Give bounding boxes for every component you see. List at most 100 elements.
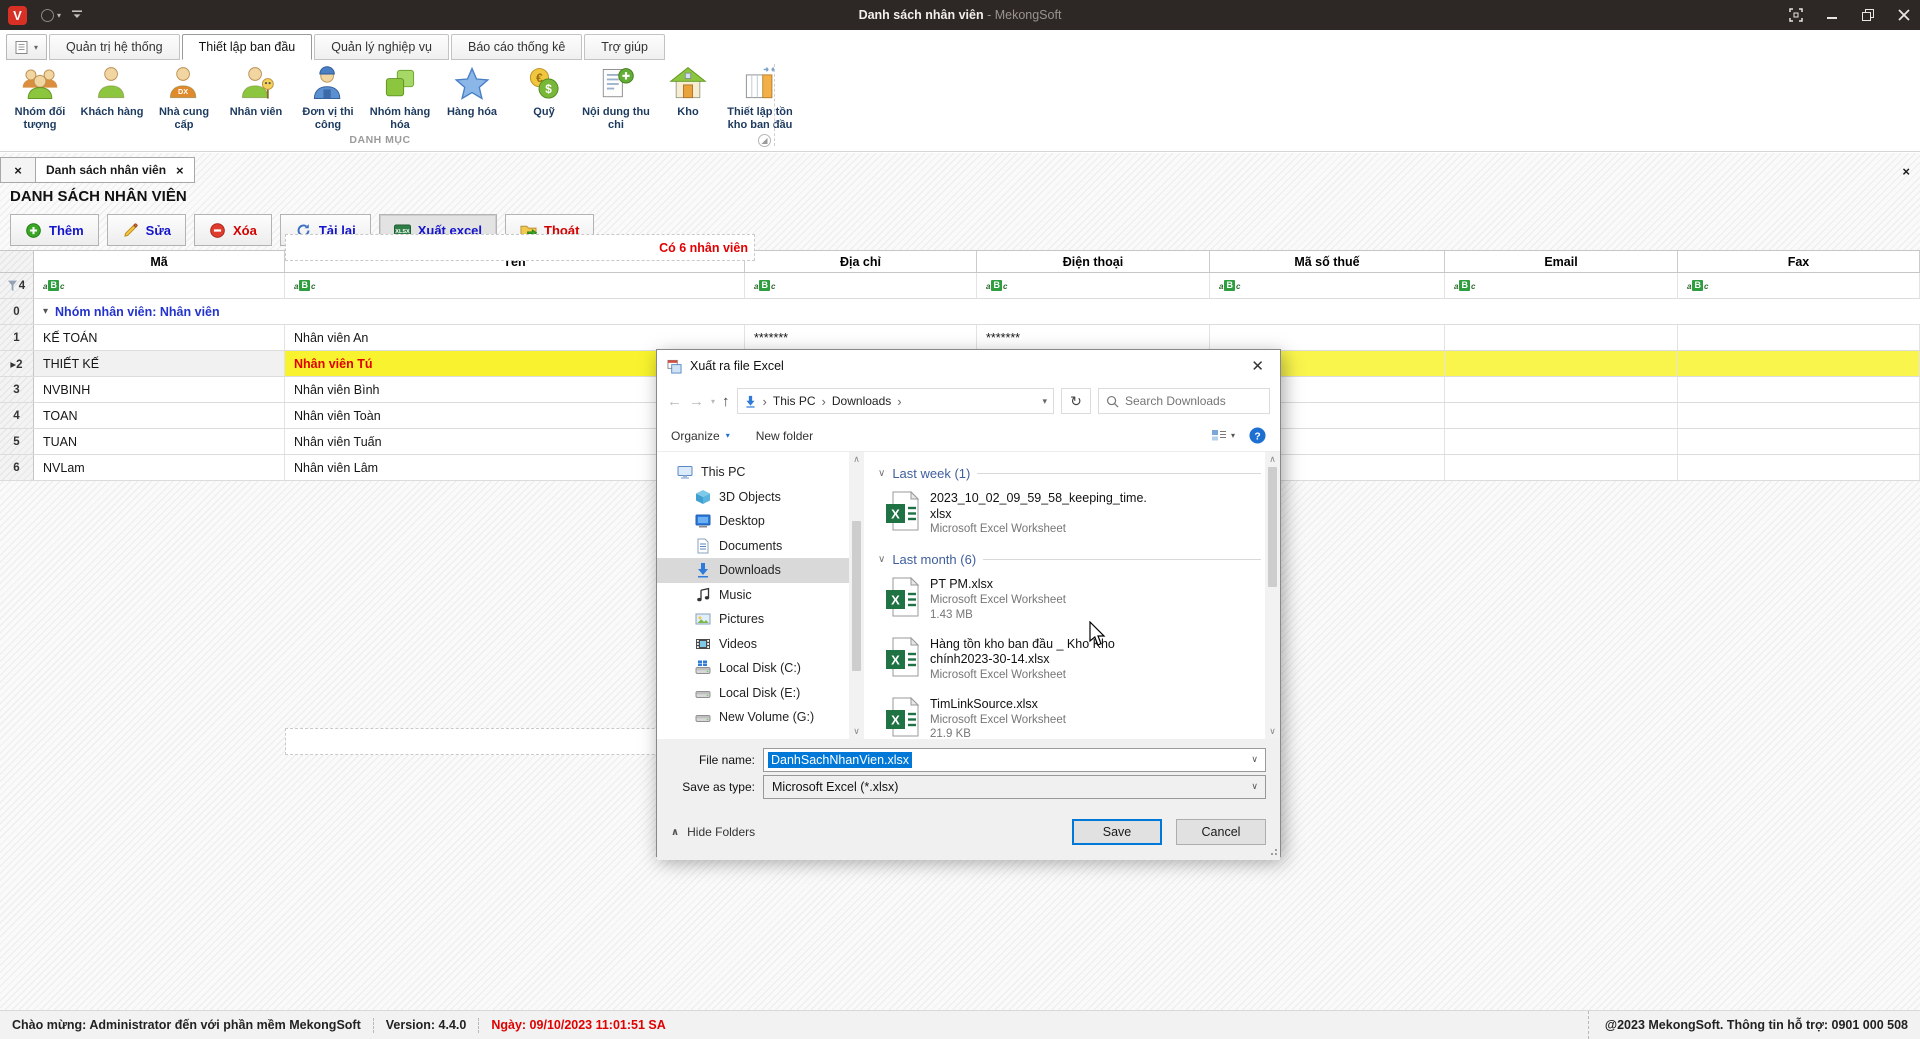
fullscreen-button[interactable]: [1788, 7, 1804, 23]
sidebar-item[interactable]: Pictures: [657, 607, 849, 632]
sidebar-item[interactable]: This PC: [657, 460, 849, 485]
filter-condition-icon[interactable]: aBc: [294, 280, 315, 291]
organize-button[interactable]: Organize▾: [671, 429, 730, 443]
column-header[interactable]: Điện thoại: [977, 251, 1210, 272]
ribbon-item[interactable]: Đơn vị thi công: [292, 62, 364, 133]
scroll-down-icon[interactable]: ∨: [1269, 726, 1276, 737]
help-icon[interactable]: ?: [1249, 427, 1266, 444]
ribbon-item[interactable]: €$Quỹ: [508, 62, 580, 121]
save-type-select[interactable]: Microsoft Excel (*.xlsx) ∨: [763, 775, 1266, 799]
new-folder-button[interactable]: New folder: [756, 429, 813, 443]
ribbon-tab[interactable]: Quản lý nghiệp vụ: [314, 34, 449, 60]
sidebar-item[interactable]: Local Disk (C:): [657, 656, 849, 681]
view-mode-button[interactable]: ▾: [1211, 429, 1235, 443]
grid-cell-fax[interactable]: [1678, 455, 1920, 480]
grid-cell-email[interactable]: [1445, 377, 1678, 402]
address-dropdown-icon[interactable]: ▾: [1042, 396, 1047, 407]
filter-condition-icon[interactable]: aBc: [1454, 280, 1475, 291]
ribbon-item[interactable]: Hàng hóa: [436, 62, 508, 121]
action-button[interactable]: Thêm: [10, 214, 99, 246]
filelist-scrollbar[interactable]: ∧∨: [1265, 452, 1280, 739]
grid-cell-ma[interactable]: NVBINH: [34, 377, 285, 402]
file-name-input[interactable]: DanhSachNhanVien.xlsx ∨: [763, 748, 1266, 772]
close-all-tabs-button[interactable]: ×: [0, 157, 36, 183]
column-header[interactable]: Email: [1445, 251, 1678, 272]
ribbon-item[interactable]: Nhóm hàng hóa: [364, 62, 436, 133]
grid-cell-email[interactable]: [1445, 455, 1678, 480]
ribbon-item[interactable]: Kho: [652, 62, 724, 121]
action-button[interactable]: Sửa: [107, 214, 186, 246]
collapse-icon[interactable]: ▾: [43, 306, 48, 317]
chevron-down-icon[interactable]: ∨: [1251, 754, 1258, 765]
breadcrumb-chevron-icon[interactable]: ›: [822, 394, 826, 409]
breadcrumb-segment[interactable]: This PC: [773, 394, 816, 408]
column-header[interactable]: Mã: [34, 251, 285, 272]
restore-button[interactable]: [1860, 7, 1876, 23]
grid-cell-ma[interactable]: TOAN: [34, 403, 285, 428]
scrollbar-thumb[interactable]: [1268, 467, 1277, 587]
sidebar-item[interactable]: Downloads: [657, 558, 849, 583]
grid-cell-ma[interactable]: THIẾT KẾ: [34, 351, 285, 376]
file-group-header[interactable]: ∨Last month (6): [878, 548, 1261, 570]
grid-cell-email[interactable]: [1445, 429, 1678, 454]
ribbon-tab[interactable]: Quản trị hệ thống: [49, 34, 180, 60]
filter-condition-icon[interactable]: aBc: [43, 280, 64, 291]
column-header[interactable]: Mã số thuế: [1210, 251, 1445, 272]
file-item[interactable]: X2023_10_02_09_59_58_keeping_time.xlsxMi…: [878, 484, 1261, 544]
customize-toolbar-button[interactable]: [71, 8, 83, 22]
grid-group-row[interactable]: 0▾Nhóm nhân viên: Nhân viên: [0, 299, 1920, 325]
file-item[interactable]: XTimLinkSource.xlsxMicrosoft Excel Works…: [878, 690, 1261, 739]
column-header[interactable]: Địa chỉ: [745, 251, 977, 272]
sidebar-item[interactable]: Desktop: [657, 509, 849, 534]
grid-cell-email[interactable]: [1445, 351, 1678, 376]
scroll-down-icon[interactable]: ∨: [853, 726, 860, 737]
file-item[interactable]: XHàng tồn kho ban đầu _ Kho Kho chính202…: [878, 630, 1261, 690]
dialog-close-button[interactable]: ✕: [1245, 357, 1270, 375]
grid-cell-fax[interactable]: [1678, 325, 1920, 350]
ribbon-tab[interactable]: Trợ giúp: [584, 34, 665, 60]
breadcrumb-segment[interactable]: Downloads: [832, 394, 891, 408]
document-tab[interactable]: Danh sách nhân viên ×: [36, 157, 195, 183]
recent-locations-icon[interactable]: ▾: [711, 397, 715, 406]
sidebar-item[interactable]: Local Disk (E:): [657, 681, 849, 706]
scroll-up-icon[interactable]: ∧: [853, 454, 860, 465]
grid-cell-ma[interactable]: NVLam: [34, 455, 285, 480]
grid-cell-ma[interactable]: KẾ TOÁN: [34, 325, 285, 350]
grid-cell-email[interactable]: [1445, 325, 1678, 350]
scroll-up-icon[interactable]: ∧: [1269, 454, 1276, 465]
ribbon-tab[interactable]: Thiết lập ban đầu: [182, 34, 313, 60]
sidebar-item[interactable]: New Volume (G:): [657, 705, 849, 730]
search-input[interactable]: [1125, 394, 1245, 408]
address-bar[interactable]: › This PC › Downloads › ▾: [737, 388, 1054, 414]
ribbon-item[interactable]: Nhóm đối tượng: [4, 62, 76, 133]
grid-cell-fax[interactable]: [1678, 403, 1920, 428]
filter-cell[interactable]: aBc: [1210, 273, 1445, 298]
close-button[interactable]: [1896, 7, 1912, 23]
grid-cell-email[interactable]: [1445, 403, 1678, 428]
resize-grip[interactable]: [1269, 849, 1277, 857]
filter-condition-icon[interactable]: aBc: [1219, 280, 1240, 291]
search-box[interactable]: [1098, 388, 1270, 414]
filter-condition-icon[interactable]: aBc: [1687, 280, 1708, 291]
file-group-header[interactable]: ∨Last week (1): [878, 462, 1261, 484]
filter-condition-icon[interactable]: aBc: [754, 280, 775, 291]
refresh-button[interactable]: ↻: [1061, 388, 1091, 414]
breadcrumb-chevron-icon[interactable]: ›: [763, 394, 767, 409]
grid-cell-fax[interactable]: [1678, 429, 1920, 454]
filter-condition-icon[interactable]: aBc: [986, 280, 1007, 291]
forward-button[interactable]: →: [689, 393, 704, 410]
breadcrumb-chevron-icon[interactable]: ›: [897, 394, 901, 409]
sidebar-item[interactable]: Documents: [657, 534, 849, 559]
grid-cell-diachi[interactable]: *******: [745, 325, 977, 350]
column-header[interactable]: Fax: [1678, 251, 1920, 272]
cancel-button[interactable]: Cancel: [1176, 819, 1266, 845]
tabstrip-close-button[interactable]: ×: [1902, 164, 1910, 179]
tab-close-icon[interactable]: ×: [176, 163, 184, 178]
filter-cell[interactable]: aBc: [1445, 273, 1678, 298]
minimize-button[interactable]: [1824, 7, 1840, 23]
filter-cell[interactable]: aBc: [745, 273, 977, 298]
sidebar-item[interactable]: 3D Objects: [657, 485, 849, 510]
grid-cell-ma[interactable]: TUAN: [34, 429, 285, 454]
sidebar-item[interactable]: Music: [657, 583, 849, 608]
action-button[interactable]: Xóa: [194, 214, 272, 246]
